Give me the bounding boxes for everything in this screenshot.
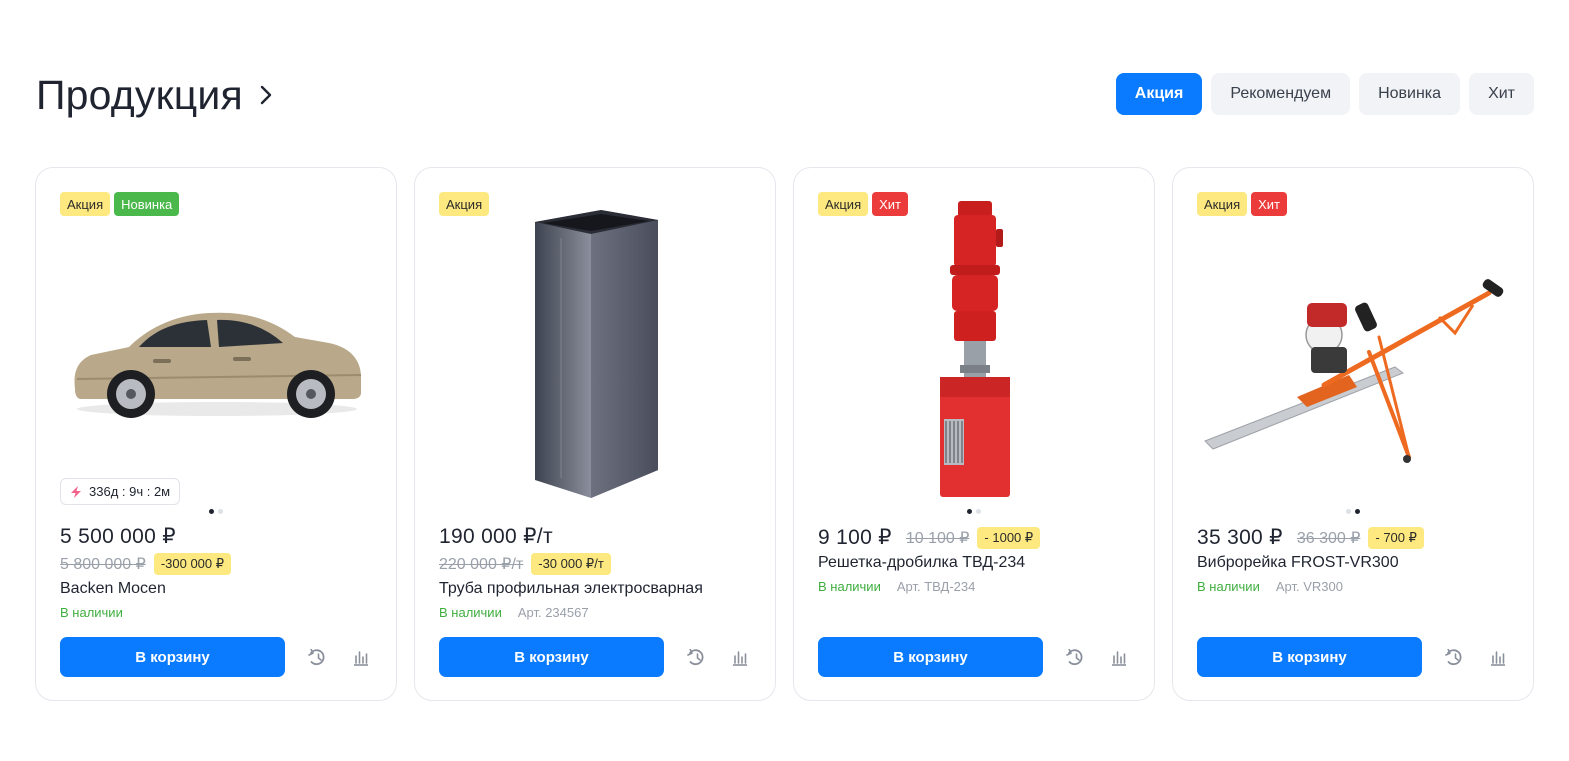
compare-icon[interactable] [1487, 647, 1509, 669]
product-meta: В наличии [60, 605, 123, 620]
deferred-icon[interactable] [1444, 647, 1466, 669]
old-price: 220 000 ₽/т [439, 556, 524, 573]
product-image[interactable] [1197, 224, 1511, 500]
steel-pipe-icon [535, 210, 658, 498]
stock-status: В наличии [1197, 579, 1260, 594]
add-to-cart-button[interactable]: В корзину [818, 637, 1043, 677]
badge-group: Акция Хит [1197, 192, 1287, 216]
add-to-cart-button[interactable]: В корзину [60, 637, 285, 677]
product-name[interactable]: Решетка-дробилка ТВД-234 [818, 554, 1025, 572]
pagination-dot[interactable] [1346, 509, 1351, 514]
sku: Арт. VR300 [1275, 579, 1343, 594]
badge-group: Акция Новинка [60, 192, 180, 216]
product-list: Акция Новинка 336д : 9ч : 2м 5 500 000 ₽… [35, 167, 1534, 701]
timer-value: 336д : 9ч : 2м [89, 484, 171, 499]
price-row: 190 000 ₽/т [439, 524, 553, 549]
discount-badge: -30 000 ₽/т [531, 553, 611, 575]
tab-recommended[interactable]: Рекомендуем [1211, 73, 1351, 115]
vibro-screed-icon [1204, 279, 1504, 463]
product-card[interactable]: Акция 190 000 ₽/т 220 000 ₽/т -30 000 ₽/… [414, 167, 776, 701]
lightning-icon [71, 485, 81, 498]
product-meta: В наличии Арт. ТВД-234 [818, 579, 975, 594]
current-price: 9 100 ₽ [818, 526, 892, 549]
current-price: 35 300 ₽ [1197, 526, 1283, 549]
sale-badge: Акция [60, 192, 111, 216]
deferred-icon[interactable] [686, 647, 708, 669]
compare-icon[interactable] [729, 647, 751, 669]
promo-timer: 336д : 9ч : 2м [60, 478, 181, 505]
tab-sale[interactable]: Акция [1115, 73, 1203, 115]
price-row: 9 100 ₽ 10 100 ₽ - 1000 ₽ [818, 525, 1041, 550]
product-image[interactable] [60, 224, 374, 500]
new-badge: Новинка [114, 192, 180, 216]
old-price: 36 300 ₽ [1296, 529, 1361, 547]
old-price-row: 5 800 000 ₽ -300 000 ₽ [60, 553, 232, 575]
pagination-dot[interactable] [209, 509, 214, 514]
product-card[interactable]: Акция Хит 35 300 ₽ 36 300 ₽ - 700 ₽ Вибр… [1172, 167, 1534, 701]
tab-new[interactable]: Новинка [1359, 73, 1461, 115]
hit-badge: Хит [1251, 192, 1287, 216]
product-name[interactable]: Виброрейка FROST-VR300 [1197, 554, 1399, 572]
old-price: 5 800 000 ₽ [60, 556, 146, 573]
current-price: 190 000 ₽/т [439, 525, 553, 548]
image-pagination[interactable] [1173, 509, 1533, 514]
section-header: Продукция [36, 68, 281, 122]
product-image[interactable] [439, 208, 753, 500]
discount-badge: -300 000 ₽ [153, 553, 232, 575]
sku: Арт. 234567 [517, 605, 589, 620]
tab-hit[interactable]: Хит [1469, 73, 1534, 115]
pagination-dot[interactable] [967, 509, 972, 514]
product-name[interactable]: Backen Mocen [60, 580, 166, 598]
current-price: 5 500 000 ₽ [60, 525, 176, 548]
sale-badge: Акция [1197, 192, 1248, 216]
chevron-right-icon[interactable] [259, 84, 281, 106]
discount-badge: - 700 ₽ [1368, 526, 1424, 549]
product-meta: В наличии Арт. VR300 [1197, 579, 1343, 594]
sku: Арт. ТВД-234 [896, 579, 976, 594]
old-price-row: 220 000 ₽/т -30 000 ₽/т [439, 553, 611, 575]
compare-icon[interactable] [350, 647, 372, 669]
stock-status: В наличии [818, 579, 881, 594]
pagination-dot[interactable] [1355, 509, 1360, 514]
product-image[interactable] [818, 198, 1132, 500]
image-pagination[interactable] [36, 509, 396, 514]
deferred-icon[interactable] [1065, 647, 1087, 669]
stock-status: В наличии [60, 605, 123, 620]
discount-badge: - 1000 ₽ [977, 526, 1041, 549]
pagination-dot[interactable] [218, 509, 223, 514]
image-pagination[interactable] [794, 509, 1154, 514]
deferred-icon[interactable] [307, 647, 329, 669]
price-row: 5 500 000 ₽ [60, 524, 176, 549]
product-meta: В наличии Арт. 234567 [439, 605, 589, 620]
product-card[interactable]: Акция Хит 9 100 ₽ 10 100 ₽ - 1000 ₽ Реше… [793, 167, 1155, 701]
filter-tabs: Акция Рекомендуем Новинка Хит [1115, 73, 1534, 115]
stock-status: В наличии [439, 605, 502, 620]
old-price: 10 100 ₽ [905, 529, 970, 547]
add-to-cart-button[interactable]: В корзину [439, 637, 664, 677]
price-row: 35 300 ₽ 36 300 ₽ - 700 ₽ [1197, 525, 1424, 550]
product-card[interactable]: Акция Новинка 336д : 9ч : 2м 5 500 000 ₽… [35, 167, 397, 701]
pagination-dot[interactable] [976, 509, 981, 514]
car-icon [74, 312, 362, 418]
crusher-icon [940, 201, 1010, 497]
product-name[interactable]: Труба профильная электросварная [439, 580, 703, 598]
compare-icon[interactable] [1108, 647, 1130, 669]
add-to-cart-button[interactable]: В корзину [1197, 637, 1422, 677]
section-title[interactable]: Продукция [36, 72, 243, 119]
